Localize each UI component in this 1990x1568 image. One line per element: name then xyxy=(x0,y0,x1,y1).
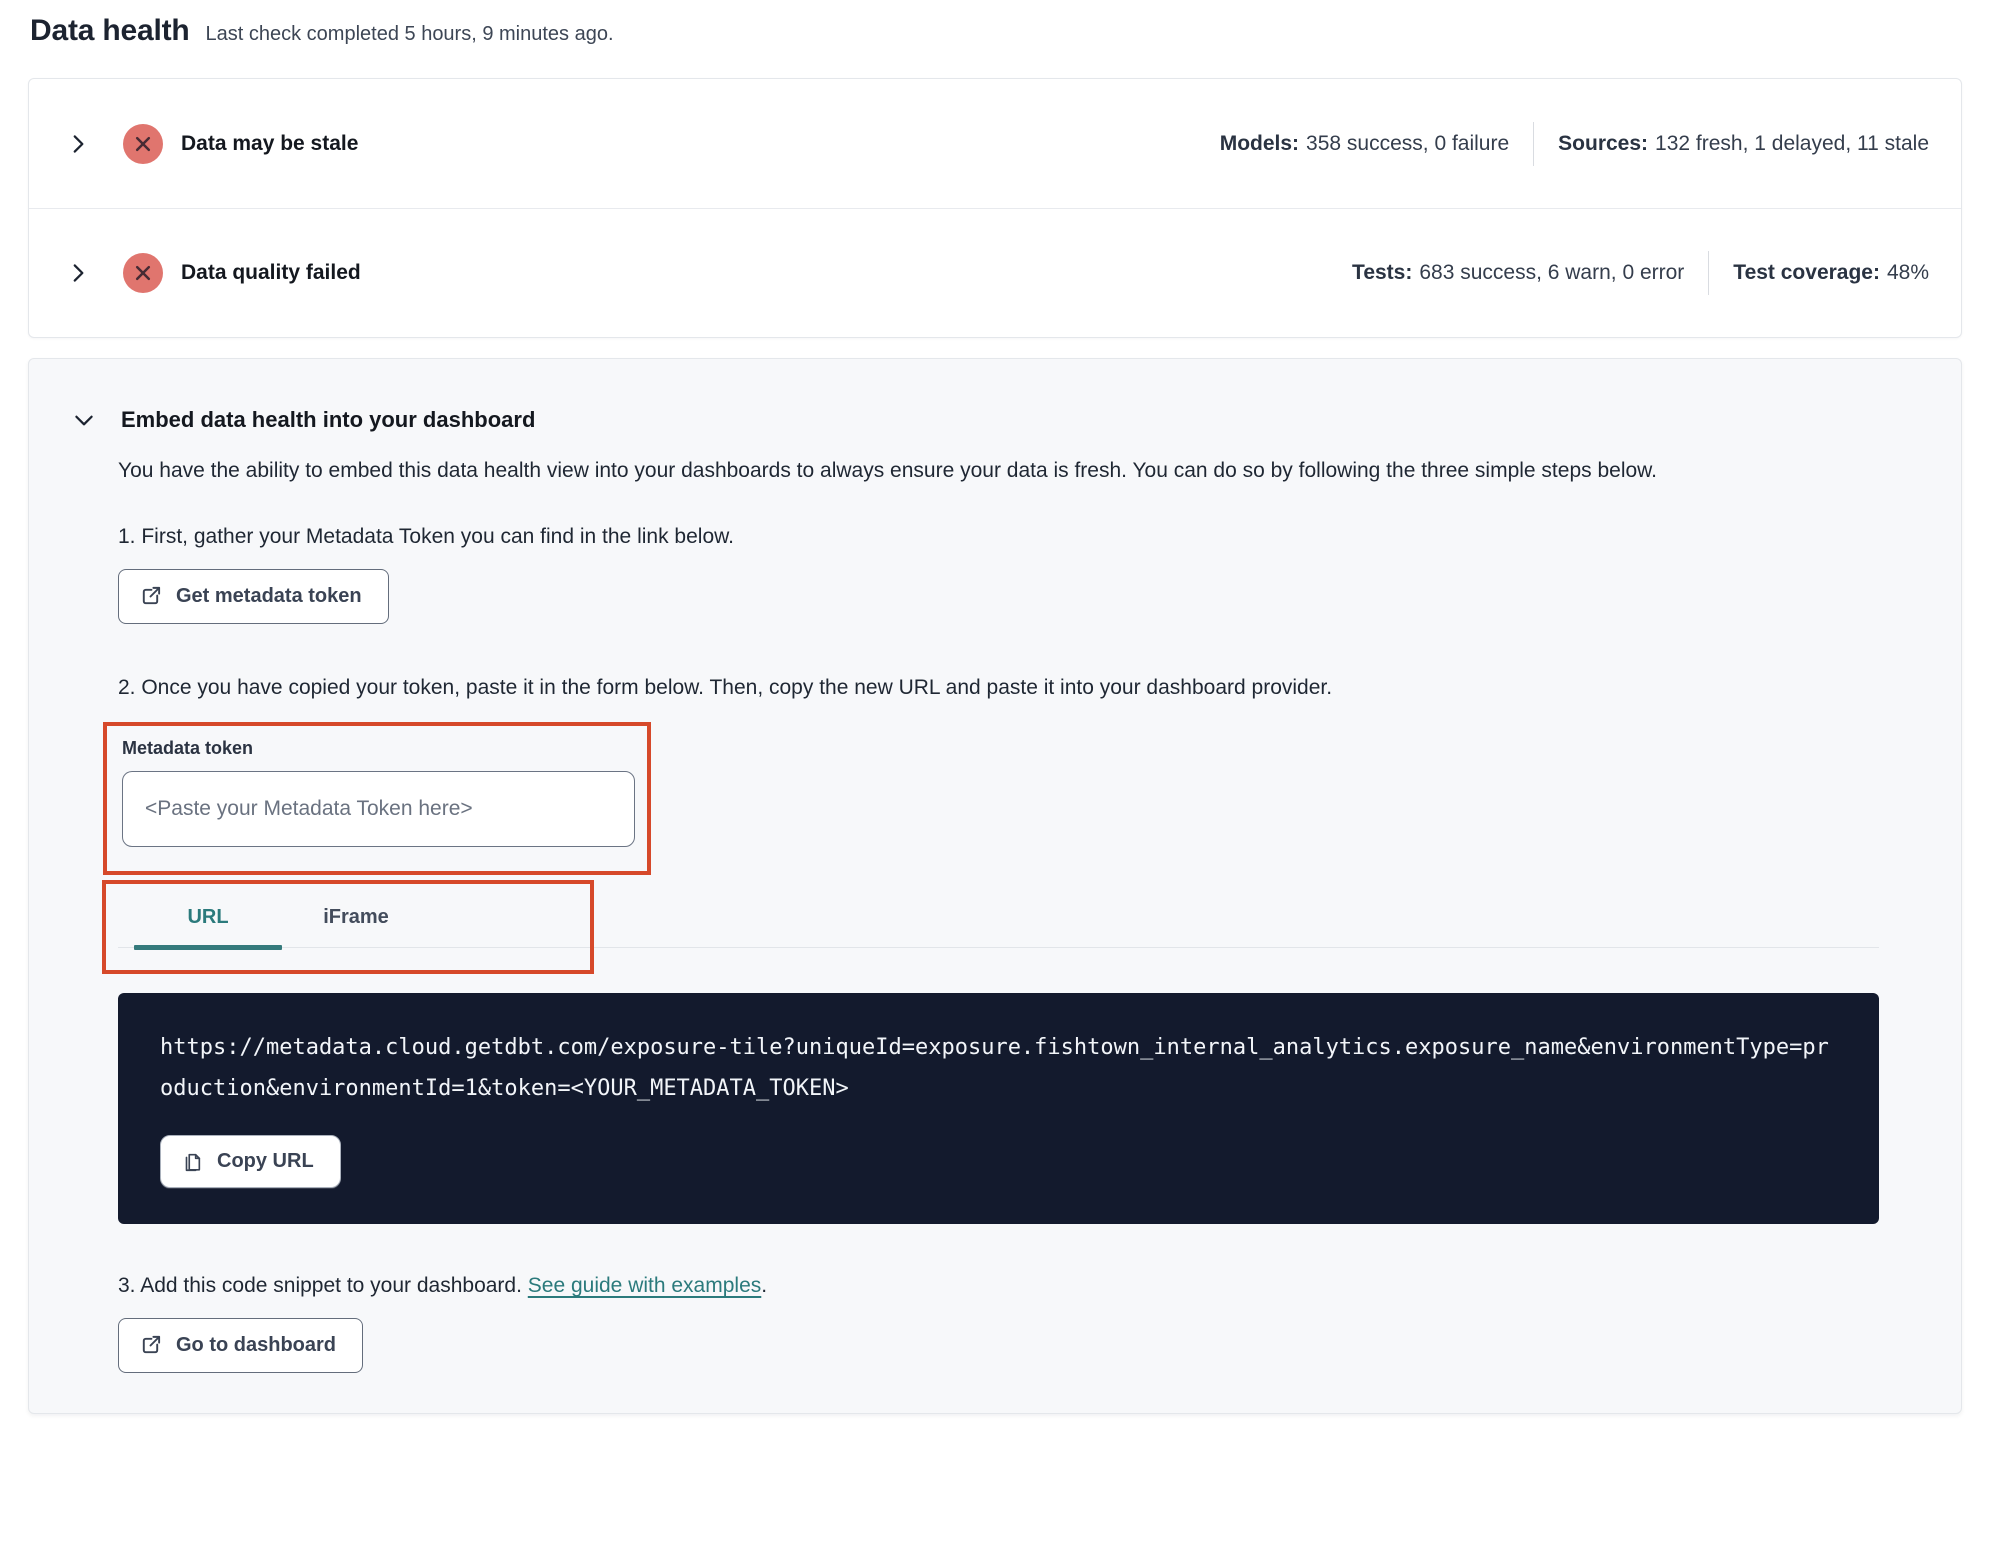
get-metadata-token-button[interactable]: Get metadata token xyxy=(118,569,389,624)
page-title: Data health xyxy=(30,14,190,47)
tab-url[interactable]: URL xyxy=(134,894,282,950)
embed-output-tabs: URL iFrame xyxy=(102,880,1879,974)
token-field-annotation-box: Metadata token xyxy=(103,722,651,875)
embed-section-body: You have the ability to embed this data … xyxy=(102,451,1879,1373)
embed-url-text: https://metadata.cloud.getdbt.com/exposu… xyxy=(160,1035,1829,1101)
status-row-title: Data quality failed xyxy=(181,261,361,284)
embed-section-header[interactable]: Embed data health into your dashboard xyxy=(69,405,1879,435)
stat-divider xyxy=(1533,121,1535,166)
status-row-data-stale[interactable]: Data may be stale Models: 358 success, 0 … xyxy=(29,79,1961,208)
step-3-text: 3. Add this code snippet to your dashboa… xyxy=(118,1274,768,1297)
status-row-stats: Models: 358 success, 0 failure Sources: 13… xyxy=(1219,121,1929,166)
metadata-token-input[interactable] xyxy=(122,771,635,847)
chevron-right-icon[interactable] xyxy=(61,127,95,161)
guide-examples-link[interactable]: See guide with examples xyxy=(528,1274,761,1297)
embed-description: You have the ability to embed this data … xyxy=(118,459,1657,482)
last-check-status: Last check completed 5 hours, 9 minutes … xyxy=(205,23,614,45)
stat-divider xyxy=(1708,251,1710,295)
step-2-text: 2. Once you have copied your token, past… xyxy=(118,676,1333,699)
tests-stat: Tests: 683 success, 6 warn, 0 error xyxy=(1352,261,1685,284)
copy-url-button[interactable]: Copy URL xyxy=(160,1135,341,1188)
error-icon xyxy=(123,253,163,293)
embed-url-code-block: https://metadata.cloud.getdbt.com/exposu… xyxy=(118,993,1879,1224)
status-card: Data may be stale Models: 358 success, 0 … xyxy=(28,78,1962,338)
page-header: Data health Last check completed 5 hours… xyxy=(28,14,1962,48)
embed-section-card: Embed data health into your dashboard Yo… xyxy=(28,358,1962,1414)
external-link-icon xyxy=(139,1334,162,1357)
copy-icon xyxy=(181,1151,203,1173)
go-to-dashboard-button[interactable]: Go to dashboard xyxy=(118,1318,363,1373)
data-health-page: Data health Last check completed 5 hours… xyxy=(0,0,1990,1434)
sources-stat: Sources: 132 fresh, 1 delayed, 11 stale xyxy=(1558,131,1929,155)
test-coverage-stat: Test coverage: 48% xyxy=(1733,261,1929,284)
models-stat: Models: 358 success, 0 failure xyxy=(1219,131,1510,155)
step-1-text: 1. First, gather your Metadata Token you… xyxy=(118,525,734,548)
external-link-icon xyxy=(139,585,162,608)
tab-iframe[interactable]: iFrame xyxy=(282,894,430,947)
status-row-data-quality[interactable]: Data quality failed Tests: 683 success, 6… xyxy=(29,208,1961,337)
metadata-token-label: Metadata token xyxy=(122,738,254,758)
chevron-down-icon[interactable] xyxy=(69,405,99,435)
chevron-right-icon[interactable] xyxy=(61,256,95,290)
status-row-title: Data may be stale xyxy=(181,131,359,155)
tab-list: URL iFrame xyxy=(118,894,1879,950)
error-icon xyxy=(123,123,163,164)
status-row-stats: Tests: 683 success, 6 warn, 0 error Test … xyxy=(1352,251,1929,295)
embed-section-heading: Embed data health into your dashboard xyxy=(121,407,536,432)
